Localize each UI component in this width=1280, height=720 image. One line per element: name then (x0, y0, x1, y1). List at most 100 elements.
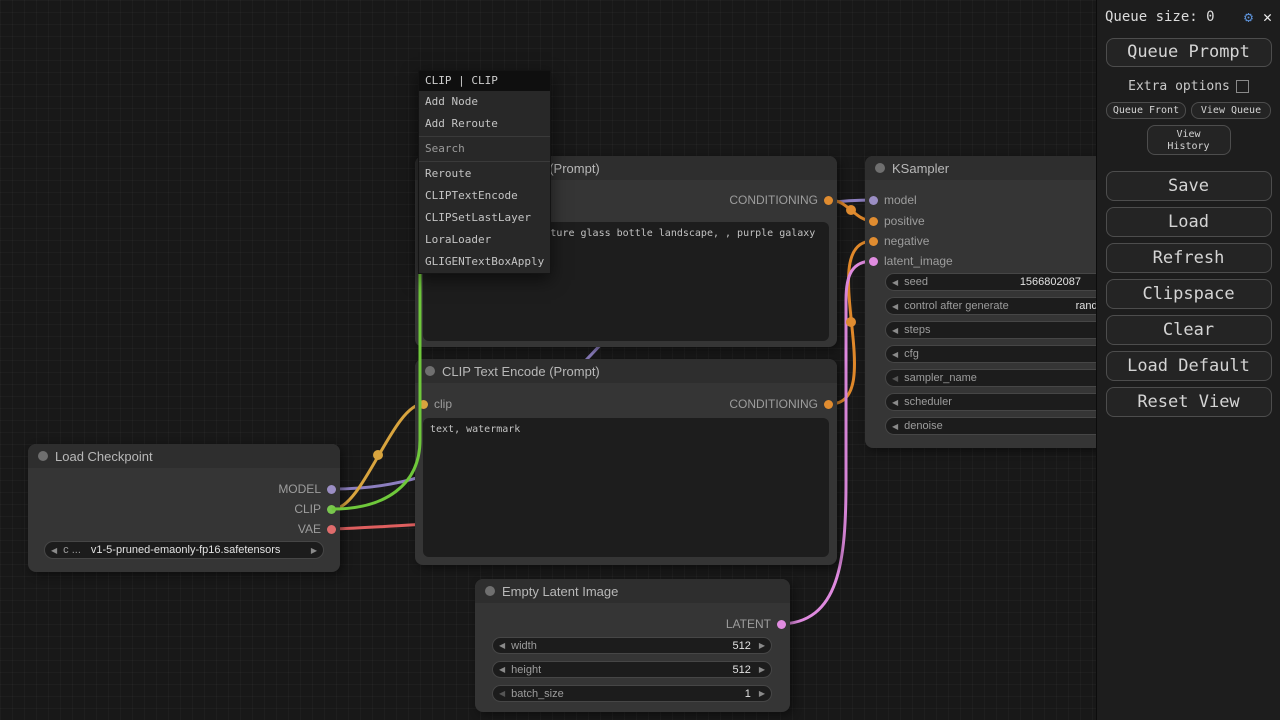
output-slot-model[interactable]: MODEL (278, 479, 336, 499)
link-dot-conditioning-negative[interactable] (846, 317, 856, 327)
load-button[interactable]: Load (1106, 207, 1272, 237)
prompt-textarea[interactable]: text, watermark (423, 418, 829, 557)
node-title-bar[interactable]: CLIP Text Encode (Prompt) (415, 359, 837, 383)
slot-label: negative (884, 234, 929, 248)
widget-value: 1566802087 (1020, 276, 1081, 288)
widget-value: 1 (745, 688, 751, 700)
collapse-dot-icon[interactable] (38, 451, 48, 461)
node-clip-text-encode-negative[interactable]: CLIP Text Encode (Prompt) clip CONDITION… (415, 359, 837, 565)
menu-item-gligentextboxapply[interactable]: GLIGENTextBoxApply (419, 251, 550, 273)
widget-name: c ... (63, 544, 81, 556)
output-slot-latent[interactable]: LATENT (726, 614, 786, 634)
decrement-icon[interactable]: ◀ (892, 374, 898, 383)
input-slot-latent-image[interactable]: latent_image (869, 251, 953, 271)
extra-options-checkbox[interactable] (1236, 80, 1249, 93)
latent-slot-dot[interactable] (869, 257, 878, 266)
slot-label: positive (884, 214, 925, 228)
input-slot-negative[interactable]: negative (869, 231, 929, 251)
increment-icon[interactable]: ▶ (759, 689, 765, 698)
width-widget[interactable]: ◀ width 512 ▶ (492, 637, 772, 654)
decrement-icon[interactable]: ◀ (499, 689, 505, 698)
vae-slot-dot[interactable] (327, 525, 336, 534)
input-slot-positive[interactable]: positive (869, 211, 925, 231)
conditioning-slot-dot[interactable] (824, 196, 833, 205)
combo-prev-icon[interactable]: ◀ (51, 546, 57, 555)
queue-prompt-button[interactable]: Queue Prompt (1106, 38, 1272, 67)
combo-next-icon[interactable]: ▶ (311, 546, 317, 555)
slot-label: LATENT (726, 617, 771, 631)
queue-size-label: Queue size: 0 (1105, 9, 1215, 25)
batch-size-widget[interactable]: ◀ batch_size 1 ▶ (492, 685, 772, 702)
widget-name: steps (904, 324, 930, 336)
node-title-label: Load Checkpoint (55, 449, 153, 464)
height-widget[interactable]: ◀ height 512 ▶ (492, 661, 772, 678)
decrement-icon[interactable]: ◀ (499, 665, 505, 674)
node-load-checkpoint[interactable]: Load Checkpoint MODEL CLIP VAE ◀ c ... v… (28, 444, 340, 572)
decrement-icon[interactable]: ◀ (892, 350, 898, 359)
view-queue-button[interactable]: View Queue (1191, 102, 1271, 119)
output-slot-clip[interactable]: CLIP (294, 499, 336, 519)
decrement-icon[interactable]: ◀ (892, 302, 898, 311)
collapse-dot-icon[interactable] (425, 366, 435, 376)
clip-slot-dot[interactable] (327, 505, 336, 514)
input-slot-model[interactable]: model (869, 190, 917, 210)
output-slot-vae[interactable]: VAE (298, 519, 336, 539)
conditioning-slot-dot[interactable] (824, 400, 833, 409)
menu-separator (419, 136, 550, 137)
node-title-bar[interactable]: Load Checkpoint (28, 444, 340, 468)
load-default-button[interactable]: Load Default (1106, 351, 1272, 381)
widget-value: v1-5-pruned-emaonly-fp16.safetensors (91, 544, 281, 556)
node-title-bar[interactable]: Empty Latent Image (475, 579, 790, 603)
model-slot-dot[interactable] (869, 196, 878, 205)
conditioning-slot-dot[interactable] (869, 217, 878, 226)
slot-label: model (884, 193, 917, 207)
clip-slot-dot[interactable] (419, 400, 428, 409)
node-title-label: CLIP Text Encode (Prompt) (442, 364, 600, 379)
view-history-button[interactable]: View History (1147, 125, 1231, 155)
menu-item-cliptextencode[interactable]: CLIPTextEncode (419, 185, 550, 207)
decrement-icon[interactable]: ◀ (892, 278, 898, 287)
menu-item-loraloader[interactable]: LoraLoader (419, 229, 550, 251)
widget-name: scheduler (904, 396, 952, 408)
close-icon[interactable]: ✕ (1263, 8, 1272, 26)
menu-item-add-node[interactable]: Add Node (419, 91, 550, 113)
output-slot-conditioning[interactable]: CONDITIONING (729, 190, 833, 210)
menu-item-reroute[interactable]: Reroute (419, 163, 550, 185)
model-slot-dot[interactable] (327, 485, 336, 494)
slot-label: CONDITIONING (729, 397, 818, 411)
menu-search-input[interactable]: Search (419, 138, 550, 160)
queue-front-button[interactable]: Queue Front (1106, 102, 1186, 119)
collapse-dot-icon[interactable] (875, 163, 885, 173)
menu-item-add-reroute[interactable]: Add Reroute (419, 113, 550, 135)
slot-label: CLIP (294, 502, 321, 516)
clear-button[interactable]: Clear (1106, 315, 1272, 345)
decrement-icon[interactable]: ◀ (499, 641, 505, 650)
reset-view-button[interactable]: Reset View (1106, 387, 1272, 417)
save-button[interactable]: Save (1106, 171, 1272, 201)
link-dot-conditioning-positive[interactable] (846, 205, 856, 215)
widget-name: width (511, 640, 537, 652)
widget-name: sampler_name (904, 372, 977, 384)
link-dot-clip[interactable] (373, 450, 383, 460)
widget-name: seed (904, 276, 928, 288)
decrement-icon[interactable]: ◀ (892, 398, 898, 407)
collapse-dot-icon[interactable] (485, 586, 495, 596)
decrement-icon[interactable]: ◀ (892, 422, 898, 431)
widget-name: control after generate (904, 300, 1009, 312)
input-slot-clip[interactable]: clip (419, 394, 452, 414)
refresh-button[interactable]: Refresh (1106, 243, 1272, 273)
increment-icon[interactable]: ▶ (759, 641, 765, 650)
output-slot-conditioning[interactable]: CONDITIONING (729, 394, 833, 414)
latent-slot-dot[interactable] (777, 620, 786, 629)
node-empty-latent-image[interactable]: Empty Latent Image LATENT ◀ width 512 ▶ … (475, 579, 790, 712)
decrement-icon[interactable]: ◀ (892, 326, 898, 335)
ckpt-name-combo[interactable]: ◀ c ... v1-5-pruned-emaonly-fp16.safeten… (44, 541, 324, 559)
context-menu: CLIP | CLIP Add Node Add Reroute Search … (418, 70, 551, 274)
conditioning-slot-dot[interactable] (869, 237, 878, 246)
menu-item-clipsetlastlayer[interactable]: CLIPSetLastLayer (419, 207, 550, 229)
increment-icon[interactable]: ▶ (759, 665, 765, 674)
graph-canvas[interactable]: Load Checkpoint MODEL CLIP VAE ◀ c ... v… (0, 0, 1280, 720)
slot-label: MODEL (278, 482, 321, 496)
clipspace-button[interactable]: Clipspace (1106, 279, 1272, 309)
settings-gear-icon[interactable]: ⚙ (1244, 8, 1253, 26)
